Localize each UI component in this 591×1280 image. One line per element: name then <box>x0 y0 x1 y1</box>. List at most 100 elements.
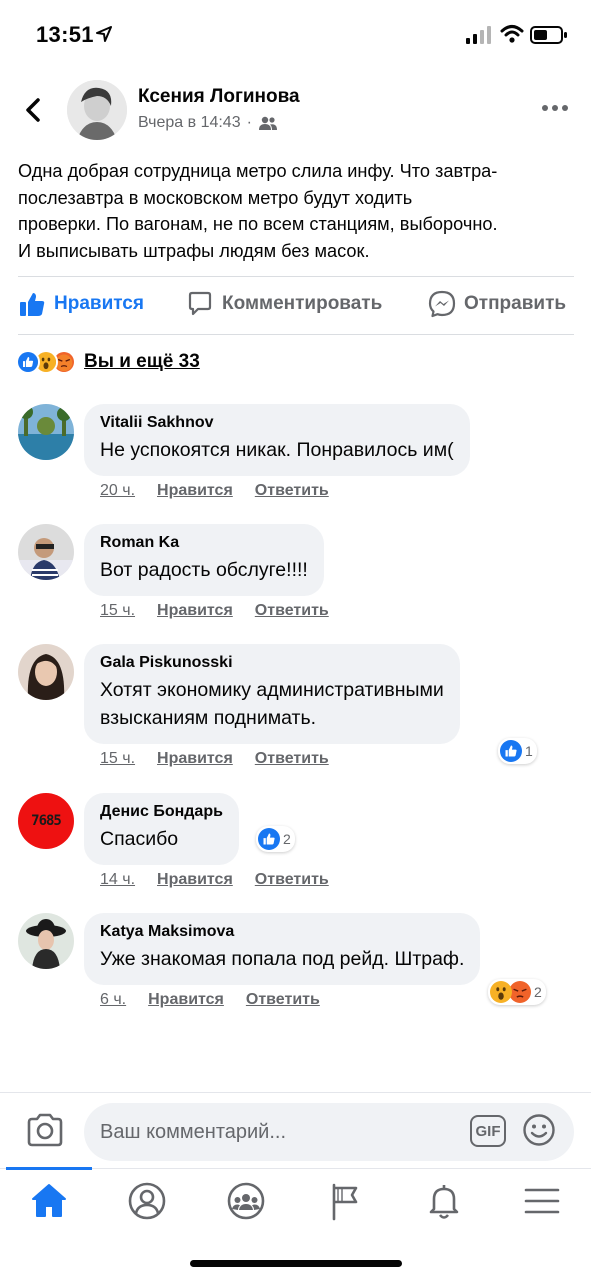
reaction-summary-text[interactable]: Вы и ещё 33 <box>84 351 200 373</box>
post-header: Ксения Логинова Вчера в 14:43 · <box>0 74 591 148</box>
comment-button[interactable]: Комментировать <box>186 290 382 318</box>
comment-time[interactable]: 15 ч. <box>100 750 135 768</box>
comment-time[interactable]: 20 ч. <box>100 482 135 500</box>
post-timestamp[interactable]: Вчера в 14:43 <box>138 114 241 132</box>
home-icon <box>32 1184 66 1217</box>
comment-reaction-badge[interactable]: 2 <box>256 826 295 852</box>
more-options-icon[interactable] <box>540 102 570 114</box>
status-time: 13:51 <box>36 22 94 47</box>
post-meta: Вчера в 14:43 · <box>138 114 278 132</box>
divider <box>18 276 574 277</box>
comment-reply-button[interactable]: Ответить <box>255 602 329 620</box>
commenter-avatar[interactable] <box>18 913 74 969</box>
send-label: Отправить <box>464 293 567 314</box>
post-line: проверки. По вагонам, не по всем станция… <box>18 214 498 234</box>
comment-like-button[interactable]: Нравится <box>157 482 233 500</box>
commenter-name[interactable]: Roman Ka <box>100 534 308 552</box>
author-name[interactable]: Ксения Логинова <box>138 86 300 108</box>
cellular-signal-icon <box>466 26 491 44</box>
comment-time[interactable]: 15 ч. <box>100 602 135 620</box>
comment-meta: 20 ч. Нравится Ответить <box>100 482 329 500</box>
comment-line: Спасибо <box>100 828 179 850</box>
groups-icon <box>227 1182 265 1220</box>
comment-bubble-icon <box>188 291 212 316</box>
meta-separator: · <box>246 114 252 131</box>
comment-reaction-badge[interactable]: 2 <box>488 979 546 1005</box>
like-button[interactable]: Нравится <box>18 290 144 318</box>
commenter-avatar[interactable] <box>18 524 74 580</box>
like-label: Нравится <box>54 293 144 314</box>
comment-bubble[interactable]: Денис Бондарь Спасибо <box>84 793 239 865</box>
status-bar: 13:51 <box>0 0 591 70</box>
comment-reply-button[interactable]: Ответить <box>255 482 329 500</box>
reaction-count: 2 <box>534 984 542 1000</box>
tab-groups[interactable] <box>224 1179 268 1223</box>
commenter-name[interactable]: Денис Бондарь <box>100 803 223 821</box>
friends-audience-icon <box>258 116 277 130</box>
comment-like-button[interactable]: Нравится <box>157 871 233 889</box>
comment-text: Хотят экономику административными взыска… <box>100 676 444 732</box>
commenter-name[interactable]: Gala Piskunosski <box>100 654 444 672</box>
tab-profile[interactable] <box>125 1179 169 1223</box>
comment-reply-button[interactable]: Ответить <box>255 750 329 768</box>
author-avatar[interactable] <box>67 80 127 140</box>
comment-meta: 15 ч. Нравится Ответить <box>100 750 329 768</box>
comment-label: Комментировать <box>222 293 383 314</box>
comment-bubble[interactable]: Katya Maksimova Уже знакомая попала под … <box>84 913 481 985</box>
comment-bubble[interactable]: Roman Ka Вот радость обслуге!!!! <box>84 524 324 596</box>
location-arrow-icon <box>96 26 112 42</box>
active-tab-indicator <box>6 1167 92 1170</box>
gif-label: GIF <box>475 1122 501 1140</box>
gif-button[interactable]: GIF <box>470 1115 506 1147</box>
reaction-summary[interactable]: Вы и ещё 33 <box>16 350 200 374</box>
comment-reply-button[interactable]: Ответить <box>246 991 320 1009</box>
comment-reply-button[interactable]: Ответить <box>255 871 329 889</box>
comment-line: Хотят экономику административными <box>100 679 444 701</box>
send-button[interactable]: Отправить <box>428 290 566 318</box>
avatar-number: 7685 <box>31 813 62 829</box>
reaction-count: 2 <box>283 831 291 847</box>
divider <box>18 334 574 335</box>
comment-like-button[interactable]: Нравится <box>157 750 233 768</box>
post-line: И выписывать штрафы людям без масок. <box>18 240 370 261</box>
comment-time[interactable]: 6 ч. <box>100 991 126 1009</box>
comment-text: Уже знакомая попала под рейд. Штраф. <box>100 945 464 973</box>
comment-bubble[interactable]: Gala Piskunosski Хотят экономику админис… <box>84 644 460 744</box>
comment-reaction-badge[interactable]: 1 <box>498 738 537 764</box>
comment-like-button[interactable]: Нравится <box>157 602 233 620</box>
comment-composer: GIF <box>0 1092 591 1168</box>
comment-bubble[interactable]: Vitalii Sakhnov Не успокоятся никак. Пон… <box>84 404 470 476</box>
commenter-avatar[interactable]: 7685 <box>18 793 74 849</box>
post-actions: Нравится Комментировать Отправить <box>0 282 591 332</box>
like-reaction-icon <box>258 828 280 850</box>
tab-notifications[interactable] <box>422 1179 466 1223</box>
commenter-name[interactable]: Katya Maksimova <box>100 923 464 941</box>
like-reaction-icon <box>500 740 522 762</box>
comment-time[interactable]: 14 ч. <box>100 871 135 889</box>
bottom-tab-bar <box>0 1167 591 1234</box>
home-indicator <box>190 1260 402 1267</box>
reaction-count: 1 <box>525 743 533 759</box>
messenger-icon <box>428 290 456 318</box>
wow-reaction-icon <box>490 981 512 1003</box>
tab-menu[interactable] <box>520 1179 564 1223</box>
emoji-smiley-icon[interactable] <box>522 1113 556 1147</box>
commenter-name[interactable]: Vitalii Sakhnov <box>100 414 454 432</box>
comment-text: Не успокоятся никак. Понравилось им( <box>100 436 454 464</box>
back-chevron-icon[interactable] <box>18 92 50 128</box>
camera-icon[interactable] <box>26 1113 64 1147</box>
profile-icon <box>128 1182 166 1220</box>
tab-pages[interactable] <box>323 1179 367 1223</box>
comment-line: Не успокоятся никак. Понравилось им( <box>100 439 454 461</box>
comment-like-button[interactable]: Нравится <box>148 991 224 1009</box>
comment-meta: 15 ч. Нравится Ответить <box>100 602 329 620</box>
post-line: послезавтра в московском метро будут ход… <box>18 187 413 208</box>
wifi-icon <box>500 25 524 43</box>
commenter-avatar[interactable] <box>18 644 74 700</box>
pages-flag-icon <box>332 1183 358 1221</box>
menu-icon <box>524 1188 560 1214</box>
tab-home[interactable] <box>27 1179 71 1223</box>
comment-line: Вот радость обслуге!!!! <box>100 559 308 581</box>
commenter-avatar[interactable] <box>18 404 74 460</box>
notifications-bell-icon <box>429 1185 459 1219</box>
